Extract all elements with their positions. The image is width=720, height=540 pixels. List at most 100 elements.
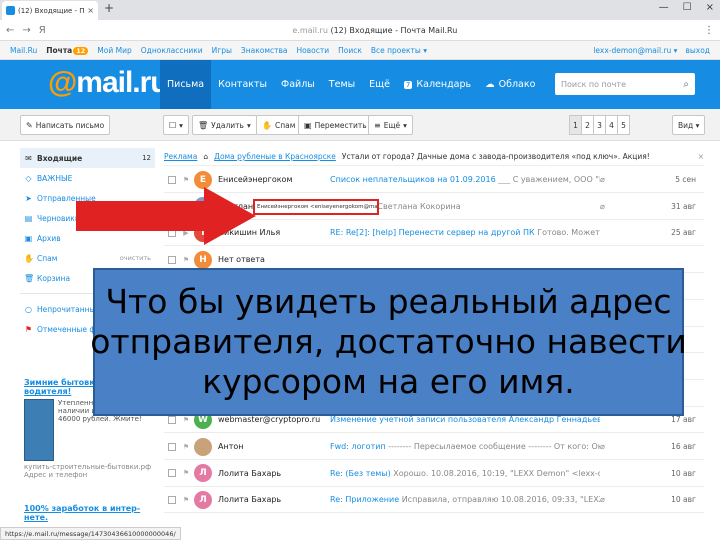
select-all-checkbox[interactable]: ☐ ▾ [163, 115, 189, 135]
yandex-icon[interactable]: Я [39, 25, 46, 36]
url-domain: e.mail.ru [292, 25, 328, 35]
address-bar: ← → Я e.mail.ru (12) Входящие - Почта Ma… [0, 20, 720, 41]
portal-link-mail[interactable]: Почта 12 [46, 45, 89, 55]
user-email[interactable]: lexx-demon@mail.ru ▾ [593, 46, 677, 55]
mail-checkbox[interactable] [168, 469, 176, 478]
mail-sender[interactable]: Енисейэнергоком [218, 175, 330, 184]
compose-button[interactable]: ✎ Написать письмо [20, 115, 111, 135]
view-button[interactable]: Вид ▾ [672, 115, 706, 135]
subject-text: Re: Приложение [330, 495, 400, 505]
spam-button[interactable]: ✋ Спам [256, 115, 302, 135]
nav-calendar[interactable]: 7 Календарь [397, 60, 478, 109]
ad-title[interactable]: 100% заработок в интер-нете. [24, 504, 154, 522]
mail-checkbox[interactable] [168, 255, 176, 264]
flag-icon[interactable]: ⚑ [182, 443, 190, 451]
mail-subject[interactable]: RE: Re[2]: [help] Перенести сервер на др… [330, 228, 600, 237]
lines-icon: ≡ [374, 120, 381, 130]
sidebar-item-label: ВАЖНЫЕ [37, 173, 73, 183]
portal-link-mailru[interactable]: Mail.Ru [10, 46, 37, 55]
circle-icon: ○ [25, 304, 32, 314]
mail-checkbox[interactable] [168, 495, 176, 504]
logout-link[interactable]: выход [685, 46, 710, 55]
nav-themes[interactable]: Темы [322, 60, 362, 109]
main-nav: Письма Контакты Файлы Темы Ещё 7 Календар… [160, 60, 542, 109]
mail-subject[interactable]: Re: (Без темы) Хорошо. 10.08.2016, 10:19… [330, 469, 600, 478]
avatar: Л [194, 464, 212, 483]
mail-subject[interactable]: Re: Приложение Исправила, отправляю 10.0… [330, 495, 600, 504]
spam-label: Спам [274, 120, 296, 130]
flag-icon[interactable]: ⚑ [182, 176, 190, 184]
sidebar-ad-earnings[interactable]: 100% заработок в интер-нете. [24, 504, 154, 522]
mail-sender[interactable]: Лолита Бахарь [218, 495, 330, 504]
flag-icon[interactable]: ⚑ [182, 496, 190, 504]
subject-text: RE: Re[2]: [help] Перенести сервер на др… [330, 228, 535, 238]
portal-link-mymir[interactable]: Мой Мир [97, 46, 131, 55]
mail-sender[interactable]: Антон [218, 442, 330, 451]
portal-link-games[interactable]: Игры [212, 46, 232, 55]
delete-button[interactable]: 🗑 Удалить ▾ [192, 115, 257, 135]
mail-subject[interactable]: Fwd: логотип -------- Пересылаемое сообщ… [330, 442, 600, 451]
mail-sender[interactable]: webmaster@cryptopro.ru [218, 415, 330, 424]
mail-subject[interactable]: Список неплательщиков на 01.09.2016 ___ … [330, 175, 600, 184]
mail-row[interactable]: ⚑ Л Лолита Бахарь Re: (Без темы) Хорошо. 10… [164, 460, 704, 487]
browser-menu-icon[interactable]: ⋮ [704, 25, 714, 36]
mail-date: 17 авг [671, 415, 696, 425]
portal-link-ok[interactable]: Одноклассники [141, 46, 203, 55]
flag-icon[interactable]: ⚑ [182, 256, 190, 264]
nav-cloud-label: Облако [498, 79, 536, 90]
portal-link-mail-label: Почта [46, 45, 73, 55]
sidebar-item-spam[interactable]: ✋ Спам очистить [20, 248, 155, 268]
search-icon[interactable]: ⌕ [683, 79, 689, 90]
flag-icon[interactable]: ⚑ [182, 416, 190, 424]
portal-link-dating[interactable]: Знакомства [241, 46, 288, 55]
portal-user-area: lexx-demon@mail.ru ▾ выход [593, 46, 710, 55]
ad-url[interactable]: купить-строительные-бытовки.рф Адрес и т… [24, 463, 154, 479]
mail-sender[interactable]: Лолита Бахарь [218, 469, 330, 478]
flag-icon[interactable]: ⚑ [182, 469, 190, 477]
nav-files[interactable]: Файлы [274, 60, 322, 109]
sidebar-item-label: Корзина [37, 273, 71, 283]
mail-row[interactable]: ⚑ Л Лолита Бахарь Re: Приложение Исправила,… [164, 487, 704, 514]
close-icon[interactable]: × [698, 152, 704, 161]
mail-search-input[interactable]: Поиск по почте ⌕ [555, 73, 695, 95]
hand-stop-icon: ✋ [24, 253, 34, 263]
mailru-logo[interactable]: @mail.ru [48, 66, 169, 100]
diamond-icon: ◇ [25, 173, 32, 183]
clear-spam-link[interactable]: очистить [120, 254, 151, 262]
sidebar-item-inbox[interactable]: ✉ Входящие 12 [20, 148, 155, 168]
close-window-icon[interactable]: × [706, 2, 714, 13]
nav-more[interactable]: Ещё [362, 60, 397, 109]
forward-icon[interactable]: → [22, 25, 30, 36]
mail-checkbox[interactable] [168, 415, 176, 424]
more-button[interactable]: ≡ Ещё ▾ [368, 115, 413, 135]
new-tab-button[interactable]: + [104, 1, 114, 15]
browser-tab-bar: (12) Входящие - Почта Mail.Ru × + — ☐ × [0, 0, 720, 20]
mail-sender[interactable]: Нет ответа [218, 255, 330, 264]
mail-row[interactable]: ⚑ Антон Fwd: логотип -------- Пересылаемое… [164, 434, 704, 460]
back-icon[interactable]: ← [6, 25, 14, 36]
chevron-down-icon: ▾ [179, 120, 183, 130]
mail-checkbox[interactable] [168, 442, 176, 451]
portal-link-all-projects[interactable]: Все проекты ▾ [371, 46, 427, 55]
url-field[interactable]: e.mail.ru (12) Входящие - Почта Mail.Ru [54, 26, 696, 35]
nav-letters[interactable]: Письма [160, 60, 212, 109]
tab-close-icon[interactable]: × [87, 6, 94, 15]
delete-label: Удалить [211, 120, 244, 130]
url-page-title: (12) Входящие - Почта Mail.Ru [330, 25, 458, 35]
portal-link-news[interactable]: Новости [297, 46, 330, 55]
mail-subject[interactable]: Изменение учетной записи пользователя Ал… [330, 415, 600, 424]
logo-text: mail.ru [76, 66, 168, 99]
maximize-icon[interactable]: ☐ [683, 2, 692, 13]
nav-cloud[interactable]: ☁ Облако [478, 60, 542, 109]
browser-status-bar: https://e.mail.ru/message/14730436610000… [0, 527, 181, 540]
browser-tab[interactable]: (12) Входящие - Почта Mail.Ru × [2, 1, 98, 20]
page-5[interactable]: 5 [617, 115, 630, 135]
nav-contacts[interactable]: Контакты [211, 60, 274, 109]
minimize-icon[interactable]: — [659, 2, 669, 13]
ad-banner-row[interactable]: Реклама ⌂ Дома рубленые в Красноярске Ус… [164, 148, 704, 166]
mail-checkbox[interactable] [168, 175, 176, 184]
ad-link[interactable]: Дома рубленые в Красноярске [214, 152, 336, 161]
sidebar-item-important[interactable]: ◇ ВАЖНЫЕ [20, 168, 155, 188]
avatar: Л [194, 490, 212, 509]
portal-link-search[interactable]: Поиск [338, 46, 362, 55]
